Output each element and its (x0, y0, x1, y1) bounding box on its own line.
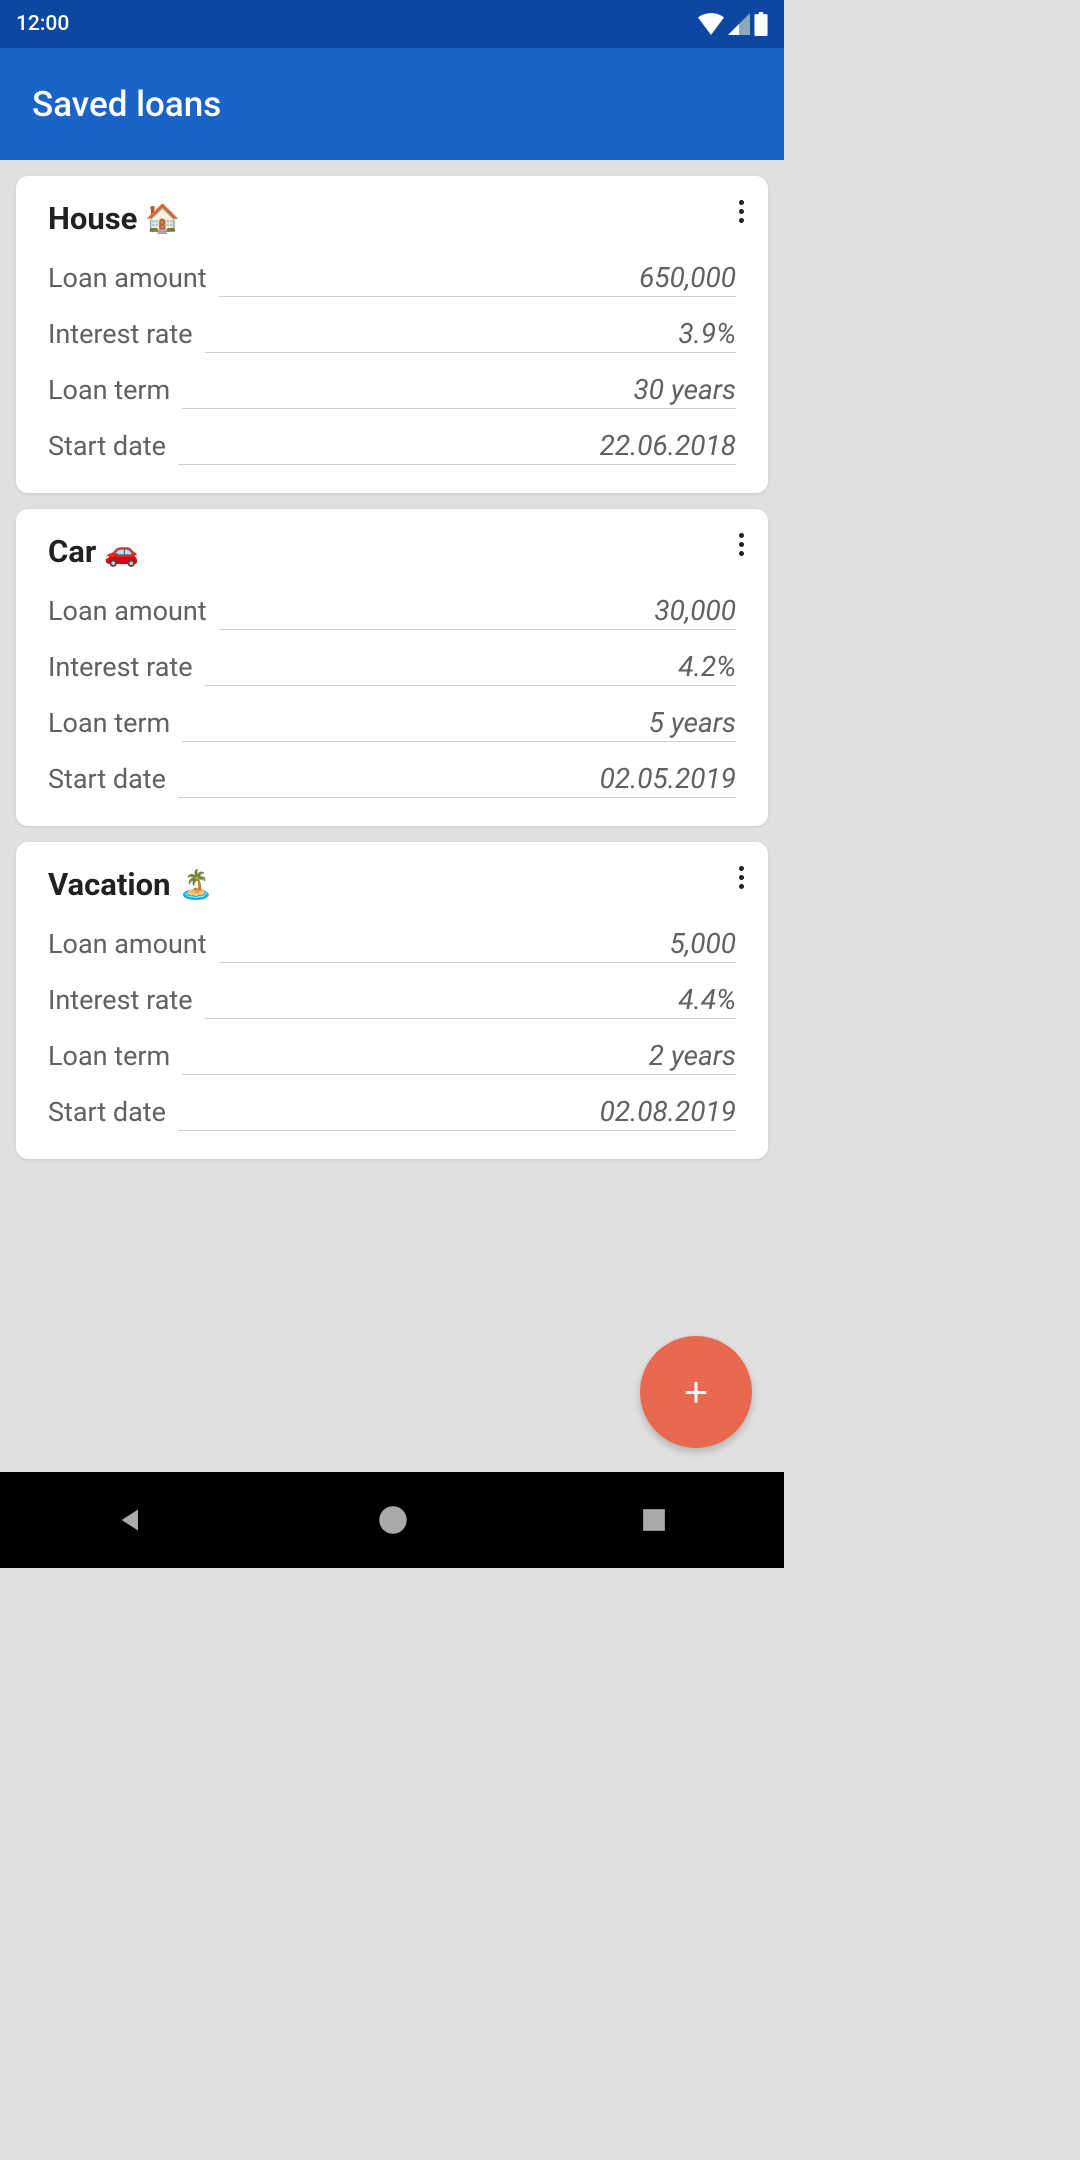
loan-title: Car 🚗 (48, 533, 139, 570)
field-label: Start date (48, 763, 166, 795)
loan-title: Vacation 🏝️ (48, 866, 213, 903)
field-label: Interest rate (48, 318, 193, 350)
status-bar: 12:00 (0, 0, 784, 48)
more-options-button[interactable] (731, 858, 752, 897)
home-button[interactable] (378, 1505, 408, 1535)
field-label: Interest rate (48, 651, 193, 683)
field-label: Loan term (48, 374, 170, 406)
field-label: Loan amount (48, 262, 207, 294)
more-vertical-icon (739, 866, 744, 889)
loan-amount-value: 30,000 (654, 594, 736, 627)
interest-rate-value: 4.2% (678, 650, 736, 683)
battery-icon (754, 12, 768, 36)
page-title: Saved loans (32, 84, 221, 125)
more-options-button[interactable] (731, 525, 752, 564)
start-date-row: Start date 22.06.2018 (48, 429, 736, 465)
loan-card[interactable]: House 🏠 Loan amount 650,000 Interest rat… (16, 176, 768, 493)
add-loan-button[interactable]: + (640, 1336, 752, 1448)
loans-list: House 🏠 Loan amount 650,000 Interest rat… (0, 160, 784, 1175)
navigation-bar (0, 1472, 784, 1568)
square-recents-icon (641, 1507, 667, 1533)
loan-amount-value: 5,000 (670, 927, 736, 960)
loan-card[interactable]: Vacation 🏝️ Loan amount 5,000 Interest r… (16, 842, 768, 1159)
start-date-value: 02.05.2019 (600, 762, 736, 795)
loan-amount-row: Loan amount 650,000 (48, 261, 736, 297)
loan-term-row: Loan term 5 years (48, 706, 736, 742)
triangle-back-icon (117, 1506, 145, 1534)
start-date-value: 22.06.2018 (600, 429, 736, 462)
interest-rate-row: Interest rate 4.4% (48, 983, 736, 1019)
loan-amount-row: Loan amount 30,000 (48, 594, 736, 630)
status-icons (698, 12, 768, 36)
plus-icon: + (684, 1368, 709, 1416)
field-label: Loan term (48, 1040, 170, 1072)
status-time: 12:00 (16, 12, 69, 36)
more-vertical-icon (739, 533, 744, 556)
interest-rate-row: Interest rate 3.9% (48, 317, 736, 353)
island-icon: 🏝️ (178, 868, 213, 901)
interest-rate-value: 3.9% (678, 317, 736, 350)
back-button[interactable] (117, 1506, 145, 1534)
more-options-button[interactable] (731, 192, 752, 231)
app-bar: Saved loans (0, 48, 784, 160)
loan-term-value: 5 years (649, 706, 736, 739)
wifi-icon (698, 13, 724, 35)
field-label: Loan amount (48, 595, 207, 627)
loan-term-row: Loan term 2 years (48, 1039, 736, 1075)
circle-home-icon (378, 1505, 408, 1535)
recents-button[interactable] (641, 1507, 667, 1533)
more-vertical-icon (739, 200, 744, 223)
field-label: Start date (48, 430, 166, 462)
loan-title: House 🏠 (48, 200, 180, 237)
interest-rate-row: Interest rate 4.2% (48, 650, 736, 686)
loan-term-value: 2 years (649, 1039, 736, 1072)
loan-card[interactable]: Car 🚗 Loan amount 30,000 Interest rate 4… (16, 509, 768, 826)
signal-icon (728, 13, 750, 35)
car-icon: 🚗 (104, 535, 139, 568)
field-label: Loan term (48, 707, 170, 739)
house-icon: 🏠 (145, 202, 180, 235)
start-date-value: 02.08.2019 (600, 1095, 736, 1128)
loan-amount-row: Loan amount 5,000 (48, 927, 736, 963)
field-label: Loan amount (48, 928, 207, 960)
field-label: Start date (48, 1096, 166, 1128)
field-label: Interest rate (48, 984, 193, 1016)
loan-term-value: 30 years (634, 373, 736, 406)
loan-amount-value: 650,000 (639, 261, 736, 294)
start-date-row: Start date 02.08.2019 (48, 1095, 736, 1131)
interest-rate-value: 4.4% (678, 983, 736, 1016)
start-date-row: Start date 02.05.2019 (48, 762, 736, 798)
loan-term-row: Loan term 30 years (48, 373, 736, 409)
